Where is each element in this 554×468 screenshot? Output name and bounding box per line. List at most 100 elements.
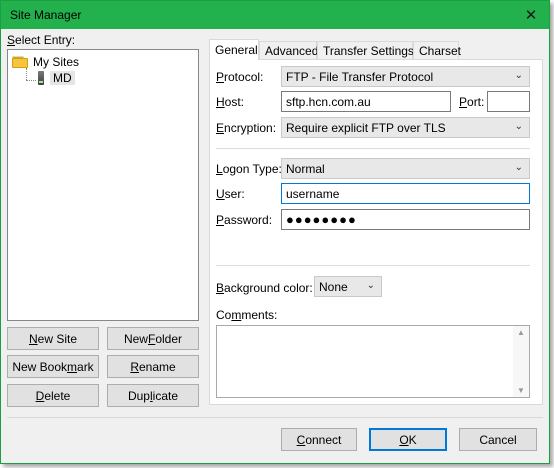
new-bookmark-accel: m [67,359,78,374]
chevron-down-icon: ⌄ [514,70,523,81]
host-accel: H [216,95,225,109]
tree-item-my-sites-label: My Sites [33,55,80,69]
protocol-accel: P [216,70,225,84]
chevron-down-icon: ⌄ [366,280,375,291]
password-accel: P [216,213,225,227]
duplicate-pre: Dup [127,388,150,403]
encryption-select[interactable]: Require explicit FTP over TLS ⌄ [281,117,530,138]
delete-rest: elete [44,388,71,403]
comments-accel: m [231,308,242,322]
section-divider [216,265,530,266]
background-color-rest: ackground color: [224,281,313,295]
user-input[interactable] [281,183,530,204]
logon-type-accel: L [216,162,223,176]
comments-rest: ments: [241,308,278,322]
port-label: Port: [459,95,484,109]
encryption-label: Encryption: [216,121,276,135]
logon-type-label: Logon Type: [216,162,282,176]
select-entry-rest: elect Entry: [15,33,76,47]
tree-connector [26,68,27,80]
new-folder-rest: older [155,331,183,346]
port-input[interactable] [487,91,530,112]
new-site-button[interactable]: New Site [7,327,99,350]
comments-scrollbar[interactable]: ▲ ▼ [513,326,529,397]
tab-charset[interactable]: Charset [413,41,461,59]
user-accel: U [216,187,225,201]
ok-rest: K [408,432,417,447]
background-color-label: Background color: [216,281,313,295]
section-divider [216,148,530,149]
duplicate-button[interactable]: Dup l icate [107,384,199,407]
site-tree[interactable]: My Sites MD [7,49,199,321]
title-bar[interactable]: Site Manager ✕ [1,1,549,29]
footer-divider [7,417,543,418]
connect-accel: C [296,432,306,447]
password-input[interactable]: ●●●●●●●● [281,209,530,230]
password-mask: ●●●●●●●● [286,212,357,227]
duplicate-rest: icate [152,388,179,403]
chevron-down-icon: ⌄ [514,121,523,132]
tree-item-md[interactable]: MD [38,71,75,85]
delete-accel: D [35,388,45,403]
protocol-select[interactable]: FTP - File Transfer Protocol ⌄ [281,66,530,87]
tab-general[interactable]: General [209,39,259,60]
select-entry-accel: S [7,33,16,47]
background-color-select[interactable]: None ⌄ [314,276,382,297]
host-input[interactable] [281,91,451,112]
password-rest: assword: [224,213,273,227]
logon-type-select[interactable]: Normal ⌄ [281,158,530,179]
new-site-accel: N [28,331,38,346]
comments-pre: Co [216,308,232,322]
close-icon[interactable]: ✕ [513,1,549,29]
rename-rest: ename [138,359,176,374]
comments-label: Comments: [216,308,277,322]
tree-item-my-sites[interactable]: My Sites [12,55,79,69]
select-entry-label: Select Entry: [7,33,75,47]
connect-rest: onnect [305,432,342,447]
user-label: User: [216,187,245,201]
port-accel: P [459,95,468,109]
scroll-up-icon[interactable]: ▲ [513,328,529,337]
host-rest: ost: [224,95,245,109]
window-title: Site Manager [10,8,82,22]
new-folder-button[interactable]: New Folder [107,327,199,350]
protocol-label: Protocol: [216,70,263,84]
encryption-value: Require explicit FTP over TLS [286,120,446,135]
general-panel: Protocol: FTP - File Transfer Protocol ⌄… [209,59,543,405]
tree-connector [26,80,36,81]
encryption-accel: E [216,121,225,135]
comments-textarea[interactable]: ▲ ▼ [216,325,530,398]
rename-button[interactable]: Rename [107,355,199,378]
protocol-value: FTP - File Transfer Protocol [286,69,434,84]
encryption-rest: ncryption: [224,121,277,135]
connect-button[interactable]: Connect [281,428,357,451]
rename-accel: R [130,359,139,374]
tree-item-md-label: MD [50,71,75,85]
user-rest: ser: [224,187,245,201]
new-bookmark-pre: New Book [12,359,68,374]
delete-button[interactable]: Delete [7,384,99,407]
tab-transfer-settings[interactable]: Transfer Settings [317,41,414,59]
logon-type-value: Normal [286,161,325,176]
new-bookmark-button[interactable]: New Book m ark [7,355,99,378]
scroll-down-icon[interactable]: ▼ [513,386,529,395]
background-color-accel: B [216,281,225,295]
ok-button[interactable]: OK [369,428,447,451]
cancel-button[interactable]: Cancel [459,428,537,451]
new-folder-accel: F [147,331,156,346]
password-label: Password: [216,213,272,227]
folder-icon [12,56,28,68]
site-manager-window: Site Manager ✕ Select Entry: My Sites MD… [0,0,550,464]
background-color-value: None [319,279,348,294]
chevron-down-icon: ⌄ [514,162,523,173]
tab-advanced[interactable]: Advanced [259,41,318,59]
logon-type-rest: ogon Type: [222,162,282,176]
protocol-rest: rotocol: [224,70,264,84]
host-label: Host: [216,95,244,109]
server-icon [38,71,44,85]
port-rest: ort: [467,95,485,109]
new-bookmark-rest: ark [77,359,94,374]
ok-accel: O [399,432,409,447]
new-site-rest: ew Site [37,331,78,346]
new-folder-pre: New [123,331,148,346]
